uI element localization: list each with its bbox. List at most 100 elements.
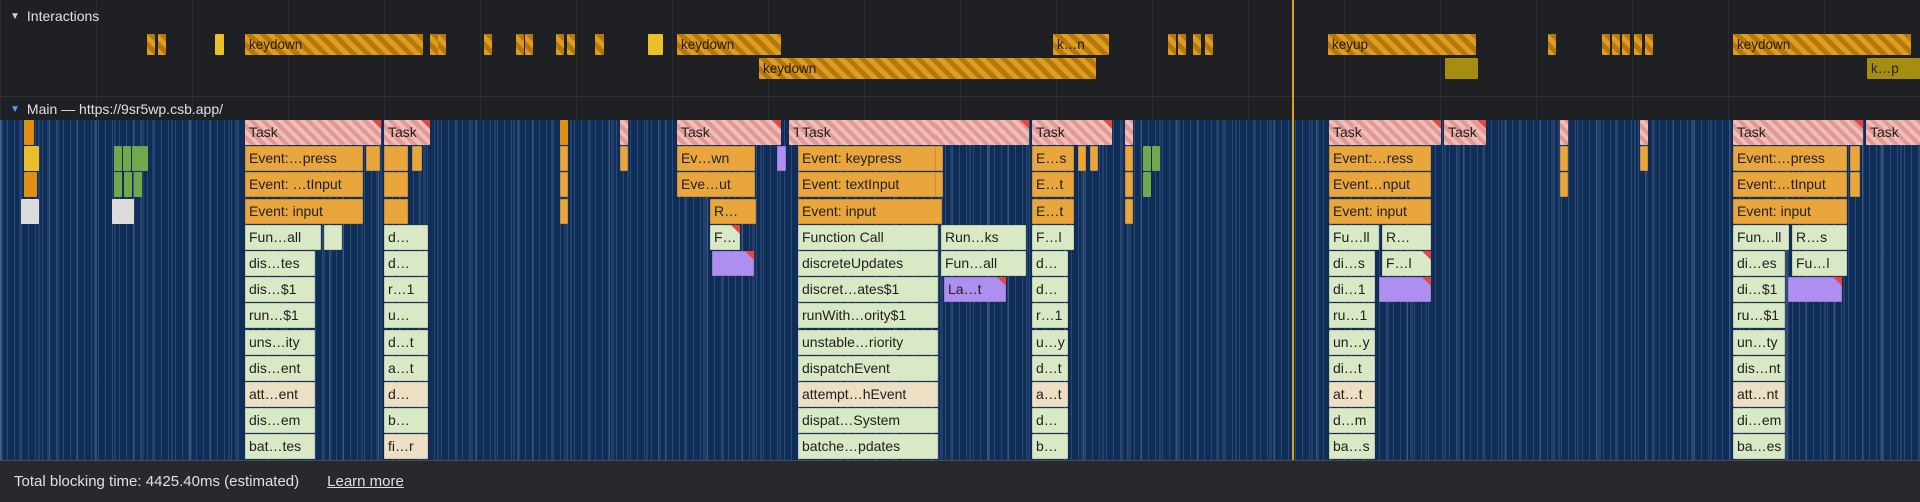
event-bar[interactable]: Event…nput (1329, 172, 1431, 197)
task-bar[interactable]: Task (1329, 120, 1441, 145)
event-bar[interactable]: Event: input (1329, 199, 1431, 224)
js-frame-bar[interactable]: dispat…System (798, 408, 938, 433)
js-frame-bar[interactable]: dis…tes (245, 251, 315, 276)
activity-tick[interactable] (24, 120, 34, 145)
gc-tick[interactable] (132, 146, 140, 171)
activity-bar[interactable] (112, 199, 134, 224)
js-frame-bar[interactable]: b… (1032, 434, 1068, 459)
layout-bar[interactable]: La…t (944, 277, 1006, 302)
gc-tick[interactable] (1143, 172, 1151, 197)
event-bar[interactable]: Event:…press (245, 146, 363, 171)
interaction-bar[interactable] (595, 34, 604, 55)
js-frame-bar[interactable]: dis…$1 (245, 277, 315, 302)
js-frame-bar[interactable]: a…t (1032, 382, 1068, 407)
interaction-bar[interactable] (1193, 34, 1201, 55)
js-frame-bar[interactable]: ba…es (1733, 434, 1785, 459)
js-frame-bar[interactable]: r…1 (384, 277, 428, 302)
task-bar[interactable]: Task (1866, 120, 1920, 145)
js-frame-bar[interactable]: u… (384, 303, 428, 328)
interaction-bar[interactable] (438, 34, 446, 55)
task-bar[interactable]: Task (798, 120, 1029, 145)
event-bar[interactable]: Event: input (1733, 199, 1847, 224)
js-frame-bar[interactable]: un…ty (1733, 330, 1785, 355)
js-frame-bar[interactable]: b… (384, 408, 428, 433)
js-frame-bar[interactable]: d… (1032, 408, 1068, 433)
activity-bar[interactable] (21, 199, 39, 224)
event-bar[interactable]: Eve…ut (677, 172, 755, 197)
js-frame-bar[interactable]: u…y (1032, 330, 1068, 355)
event-bar[interactable] (1125, 199, 1133, 224)
event-bar[interactable]: Event:…ress (1329, 146, 1431, 171)
js-frame-bar[interactable]: bat…tes (245, 434, 315, 459)
event-bar[interactable]: Event:…tInput (1733, 172, 1847, 197)
event-bar[interactable] (1560, 172, 1568, 197)
event-bar[interactable] (1850, 172, 1860, 197)
js-frame-bar[interactable]: d… (384, 382, 428, 407)
interaction-bar[interactable]: k…p (1867, 58, 1920, 79)
interaction-bar[interactable] (1622, 34, 1630, 55)
gc-tick[interactable] (1152, 146, 1160, 171)
js-frame-bar[interactable]: di…es (1733, 251, 1785, 276)
event-bar[interactable]: E…t (1032, 199, 1074, 224)
interaction-bar[interactable] (567, 34, 575, 55)
js-frame-bar[interactable]: discreteUpdates (798, 251, 938, 276)
js-frame-bar[interactable]: di…1 (1329, 277, 1375, 302)
task-bar[interactable] (620, 120, 628, 145)
event-bar[interactable] (935, 172, 943, 197)
event-bar[interactable]: Event: keypress (798, 146, 942, 171)
event-bar[interactable] (560, 199, 568, 224)
event-bar[interactable]: Event: input (798, 199, 942, 224)
js-frame-bar[interactable]: fi…r (384, 434, 428, 459)
event-bar[interactable] (560, 172, 568, 197)
task-bar[interactable] (1560, 120, 1568, 145)
js-frame-bar[interactable]: attempt…hEvent (798, 382, 938, 407)
event-bar[interactable] (412, 146, 422, 171)
js-frame-bar[interactable]: di…t (1329, 356, 1375, 381)
js-frame-bar[interactable]: R…s (1792, 225, 1847, 250)
js-frame-bar[interactable]: dis…em (245, 408, 315, 433)
js-frame-bar[interactable]: Function Call (798, 225, 938, 250)
js-frame-bar[interactable]: runWith…ority$1 (798, 303, 938, 328)
event-bar[interactable] (1125, 172, 1133, 197)
task-bar[interactable] (1640, 120, 1648, 145)
interaction-bar[interactable]: keyup (1328, 34, 1476, 55)
js-frame-bar[interactable]: uns…ity (245, 330, 315, 355)
task-bar[interactable]: Task (1733, 120, 1863, 145)
js-frame-bar[interactable]: R… (1382, 225, 1431, 250)
event-bar[interactable] (560, 146, 568, 171)
js-frame-bar[interactable]: dis…nt (1733, 356, 1785, 381)
js-frame-bar[interactable]: a…t (384, 356, 428, 381)
task-bar[interactable]: Task (384, 120, 430, 145)
js-frame-bar[interactable]: Run…ks (941, 225, 1026, 250)
activity-tick[interactable] (24, 146, 39, 171)
interaction-bar[interactable] (1445, 58, 1478, 79)
js-frame-bar[interactable]: att…ent (245, 382, 315, 407)
js-frame-bar[interactable]: unstable…riority (798, 330, 938, 355)
event-bar[interactable]: Event: textInput (798, 172, 942, 197)
event-bar[interactable] (1560, 146, 1568, 171)
interaction-bar[interactable]: keydown (759, 58, 1096, 79)
event-bar[interactable] (1078, 146, 1086, 171)
interaction-bar[interactable] (516, 34, 524, 55)
event-bar[interactable] (935, 146, 943, 171)
gc-tick[interactable] (134, 172, 142, 197)
js-frame-bar[interactable]: Fun…ll (1733, 225, 1789, 250)
event-bar[interactable]: R… (710, 199, 756, 224)
interaction-bar[interactable] (1205, 34, 1213, 55)
event-bar[interactable] (1090, 146, 1098, 171)
js-frame-bar[interactable]: Fu…ll (1329, 225, 1379, 250)
js-frame-bar[interactable]: d…t (1032, 356, 1068, 381)
event-bar[interactable] (384, 172, 408, 197)
interaction-bar[interactable]: keydown (245, 34, 423, 55)
layout-bar[interactable] (1379, 277, 1431, 302)
interaction-bar[interactable] (1548, 34, 1556, 55)
event-bar[interactable] (620, 146, 628, 171)
gc-tick[interactable] (1143, 146, 1151, 171)
task-bar[interactable]: Task (1444, 120, 1486, 145)
interaction-bar[interactable] (1612, 34, 1620, 55)
event-bar[interactable] (384, 199, 408, 224)
js-frame-bar[interactable]: ru…1 (1329, 303, 1375, 328)
layout-bar[interactable] (1788, 277, 1842, 302)
js-frame-bar[interactable]: un…y (1329, 330, 1375, 355)
js-frame-bar[interactable]: dispatchEvent (798, 356, 938, 381)
